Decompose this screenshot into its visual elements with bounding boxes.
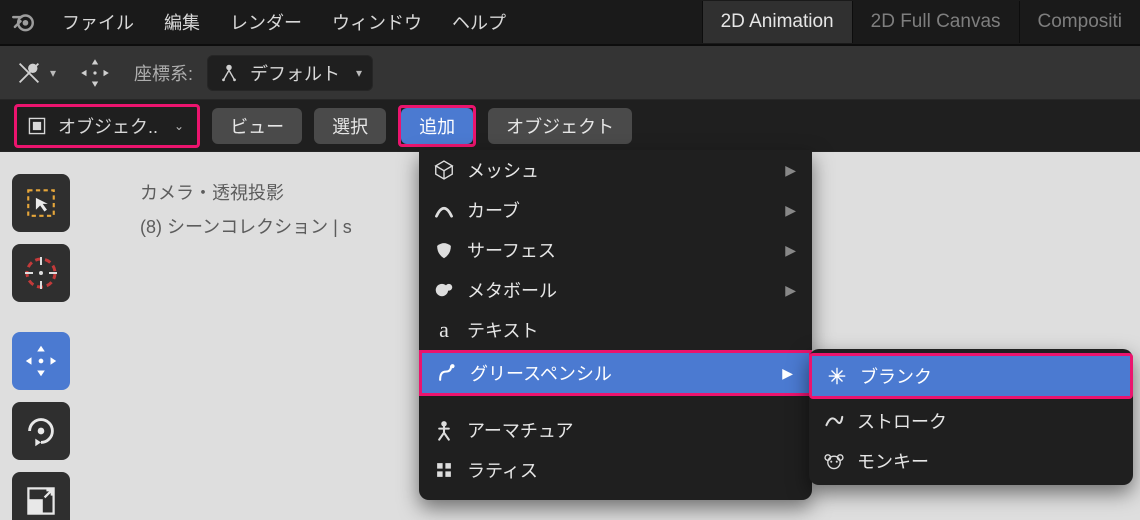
tool-select-box[interactable]: [12, 174, 70, 232]
object-menu[interactable]: オブジェクト: [488, 108, 632, 144]
menu-edit[interactable]: 編集: [154, 3, 210, 41]
tool-scale[interactable]: [12, 472, 70, 520]
mode-select[interactable]: オブジェク.. ⌄: [18, 108, 196, 144]
menu-item-label: メタボール: [467, 277, 557, 303]
chevron-down-icon: ▾: [356, 66, 362, 80]
menu-item-label: テキスト: [467, 317, 538, 343]
menu-file[interactable]: ファイル: [52, 3, 144, 41]
gp-monkey[interactable]: モンキー: [809, 441, 1133, 481]
tab-2d-full-canvas[interactable]: 2D Full Canvas: [852, 1, 1019, 43]
submenu-arrow-icon: ▶: [785, 202, 796, 219]
curve-icon: [433, 199, 455, 221]
tool-rotate[interactable]: [12, 402, 70, 460]
menu-item-label: モンキー: [857, 448, 929, 474]
overlay-collection-line: (8) シーンコレクション | s: [140, 210, 352, 244]
menu-item-label: サーフェス: [467, 237, 556, 263]
menu-item-label: グリースペンシル: [470, 360, 612, 386]
add-menu-popup: メッシュ ▶ カーブ ▶ サーフェス ▶ メタボール ▶ a テキスト: [419, 150, 812, 500]
stroke-icon: [823, 410, 845, 432]
snap-menu-button[interactable]: ▾: [14, 55, 56, 91]
add-text[interactable]: a テキスト: [419, 310, 812, 350]
orientation-value: デフォルト: [250, 60, 340, 86]
move-arrows-button[interactable]: [70, 55, 120, 91]
menu-item-label: ラティス: [467, 457, 538, 483]
menu-window[interactable]: ウィンドウ: [322, 3, 432, 41]
menu-item-label: カーブ: [467, 197, 520, 223]
armature-icon: [433, 419, 455, 441]
tab-2d-animation[interactable]: 2D Animation: [702, 1, 852, 43]
add-curve[interactable]: カーブ ▶: [419, 190, 812, 230]
gp-blank[interactable]: ブランク: [812, 356, 1130, 396]
menu-item-label: ブランク: [860, 363, 932, 389]
overlay-camera-line: カメラ・透視投影: [140, 176, 352, 210]
submenu-arrow-icon: ▶: [785, 242, 796, 259]
blank-icon: [826, 365, 848, 387]
add-lattice[interactable]: ラティス: [419, 450, 812, 490]
add-armature[interactable]: アーマチュア: [419, 410, 812, 450]
viewport-overlay-info: カメラ・透視投影 (8) シーンコレクション | s: [140, 176, 352, 244]
add-mesh[interactable]: メッシュ ▶: [419, 150, 812, 190]
submenu-arrow-icon: ▶: [785, 162, 796, 179]
add-surface[interactable]: サーフェス ▶: [419, 230, 812, 270]
chevron-down-icon: ▾: [50, 66, 56, 80]
add-menu[interactable]: 追加: [401, 108, 473, 144]
mode-select-value: オブジェク..: [58, 113, 158, 139]
mesh-icon: [433, 159, 455, 181]
menu-item-label: アーマチュア: [467, 417, 574, 443]
add-metaball[interactable]: メタボール ▶: [419, 270, 812, 310]
text-icon: a: [433, 317, 455, 343]
menu-help[interactable]: ヘルプ: [442, 3, 516, 41]
object-mode-icon: [26, 115, 48, 137]
tool-cursor[interactable]: [12, 244, 70, 302]
grease-pencil-submenu: ブランク ストローク モンキー: [809, 349, 1133, 485]
select-menu[interactable]: 選択: [314, 108, 386, 144]
menu-render[interactable]: レンダー: [220, 3, 312, 41]
orientation-icon: [218, 62, 240, 84]
menu-item-label: メッシュ: [467, 157, 539, 183]
surface-icon: [433, 239, 455, 261]
gp-stroke[interactable]: ストローク: [809, 401, 1133, 441]
monkey-icon: [823, 450, 845, 472]
view-menu[interactable]: ビュー: [212, 108, 302, 144]
chevron-down-icon: ⌄: [174, 119, 184, 133]
metaball-icon: [433, 279, 455, 301]
submenu-arrow-icon: ▶: [785, 282, 796, 299]
orientation-label: 座標系:: [134, 60, 193, 86]
blender-logo-icon: [2, 9, 44, 35]
tab-compositing[interactable]: Compositi: [1019, 1, 1140, 43]
lattice-icon: [433, 459, 455, 481]
submenu-arrow-icon: ▶: [782, 365, 793, 382]
add-grease-pencil[interactable]: グリースペンシル ▶: [422, 353, 809, 393]
menu-item-label: ストローク: [857, 408, 947, 434]
tool-move[interactable]: [12, 332, 70, 390]
grease-pencil-icon: [436, 362, 458, 384]
orientation-select[interactable]: デフォルト ▾: [207, 55, 373, 91]
